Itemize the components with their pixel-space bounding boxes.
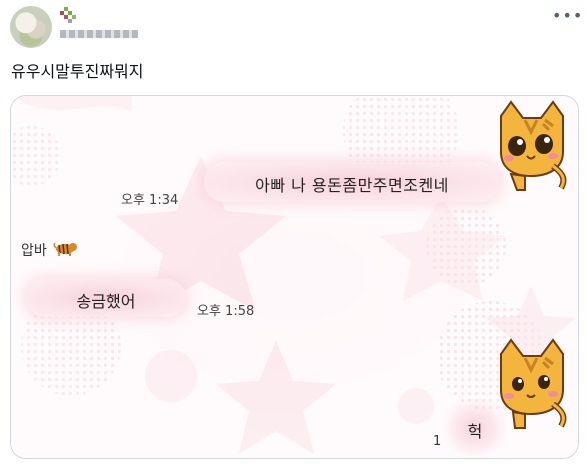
tweet-text: 유우시말투진짜뭐지 — [11, 62, 144, 81]
more-options-button[interactable]: ••• — [552, 6, 584, 26]
display-name[interactable] — [60, 7, 78, 25]
attached-image[interactable]: 아빠 나 용돈좀만주면조켄네 오후 1:34 압바 송금했어 오후 1:58 1 — [10, 95, 579, 459]
ellipsis-icon: ••• — [552, 6, 584, 25]
message-bubble-received: 송금했어 — [26, 279, 186, 317]
sender-name: 압바 — [21, 240, 78, 260]
message-text: 헉 — [467, 422, 483, 441]
message-text: 송금했어 — [76, 292, 136, 311]
message-bubble-sent: 헉 — [455, 410, 495, 446]
message-time: 오후 1:58 — [197, 304, 255, 319]
cat-sticker-icon — [500, 100, 567, 191]
cat-sticker-icon — [500, 338, 567, 429]
avatar[interactable] — [10, 6, 52, 48]
user-handle[interactable] — [60, 30, 138, 38]
message-bubble-sent: 아빠 나 용돈좀만주면조켄네 — [204, 162, 500, 202]
tiger-emoji-icon — [53, 242, 78, 256]
unread-count: 1 — [433, 434, 442, 449]
message-text: 아빠 나 용돈좀만주면조켄네 — [255, 176, 449, 195]
message-time: 오후 1:34 — [121, 193, 179, 208]
